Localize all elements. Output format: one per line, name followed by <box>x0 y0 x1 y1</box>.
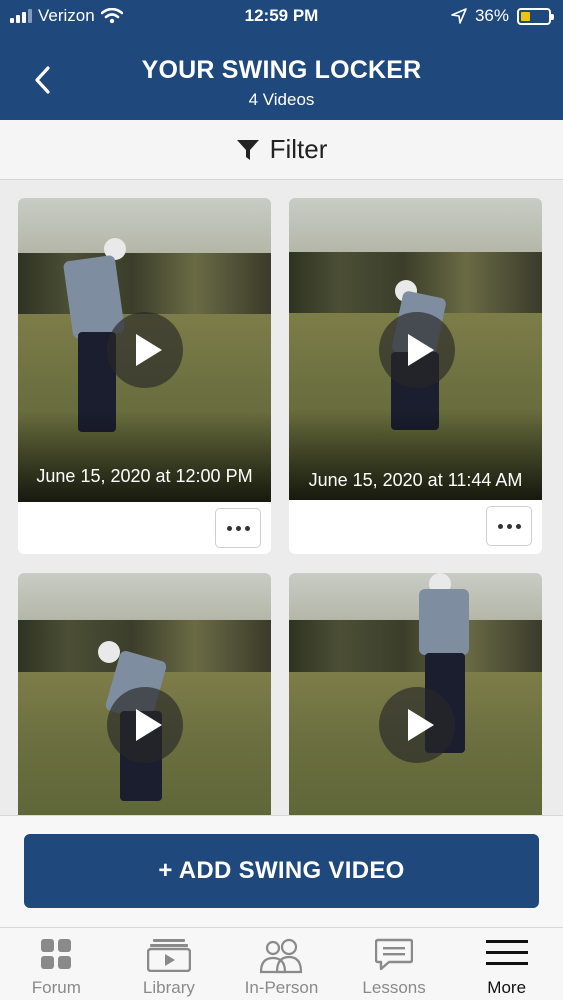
filter-label: Filter <box>269 134 328 164</box>
video-thumbnail[interactable]: June 15, 2020 at 11:44 AM <box>289 198 542 500</box>
video-thumbnail[interactable]: June 15, 2020 at 12:00 PM <box>18 198 271 502</box>
tab-label: Library <box>142 978 195 997</box>
chat-bubble-icon <box>375 938 414 971</box>
more-options-button[interactable] <box>215 508 261 548</box>
add-video-bar: + ADD SWING VIDEO <box>0 815 563 927</box>
video-thumbnail[interactable] <box>18 573 271 833</box>
play-button[interactable] <box>107 687 183 763</box>
funnel-icon <box>236 139 259 160</box>
tab-forum[interactable]: Forum <box>0 928 113 1000</box>
video-card <box>18 573 271 833</box>
battery-percent: 36% <box>474 6 509 25</box>
tab-label: Forum <box>31 978 81 997</box>
battery-icon <box>517 7 554 25</box>
tab-label: Lessons <box>362 978 426 997</box>
tab-label: In-Person <box>244 978 319 997</box>
tab-bar: Forum Library In-Person Lessons More <box>0 927 563 1000</box>
tab-more[interactable]: More <box>450 928 563 1000</box>
tab-lessons[interactable]: Lessons <box>338 928 451 1000</box>
play-button[interactable] <box>379 312 455 388</box>
people-icon <box>260 938 303 974</box>
tab-in-person[interactable]: In-Person <box>225 928 338 1000</box>
play-button[interactable] <box>107 312 183 388</box>
video-card: June 15, 2020 at 11:44 AM <box>289 198 542 554</box>
play-button[interactable] <box>379 687 455 763</box>
video-thumbnail[interactable] <box>289 573 542 833</box>
more-options-button[interactable] <box>486 506 532 546</box>
top-bar: Verizon 12:59 PM 36% YOUR SWING LOCKER 4… <box>0 0 563 120</box>
tab-library[interactable]: Library <box>113 928 226 1000</box>
filter-button[interactable]: Filter <box>0 120 563 180</box>
video-date: June 15, 2020 at 11:44 AM <box>308 470 523 490</box>
hamburger-menu-icon <box>485 940 528 965</box>
video-date: June 15, 2020 at 12:00 PM <box>36 466 253 486</box>
grid-icon <box>41 939 72 969</box>
tab-label: More <box>487 978 527 997</box>
status-bar: Verizon 12:59 PM 36% <box>0 0 563 34</box>
video-library-icon <box>146 939 191 972</box>
add-swing-video-button[interactable]: + ADD SWING VIDEO <box>24 834 539 908</box>
video-card <box>289 573 542 833</box>
video-card: June 15, 2020 at 12:00 PM <box>18 198 271 554</box>
page-title: YOUR SWING LOCKER <box>141 56 422 84</box>
location-arrow-icon <box>451 8 467 24</box>
status-right: 36% <box>451 6 554 26</box>
video-count: 4 Videos <box>248 90 315 109</box>
